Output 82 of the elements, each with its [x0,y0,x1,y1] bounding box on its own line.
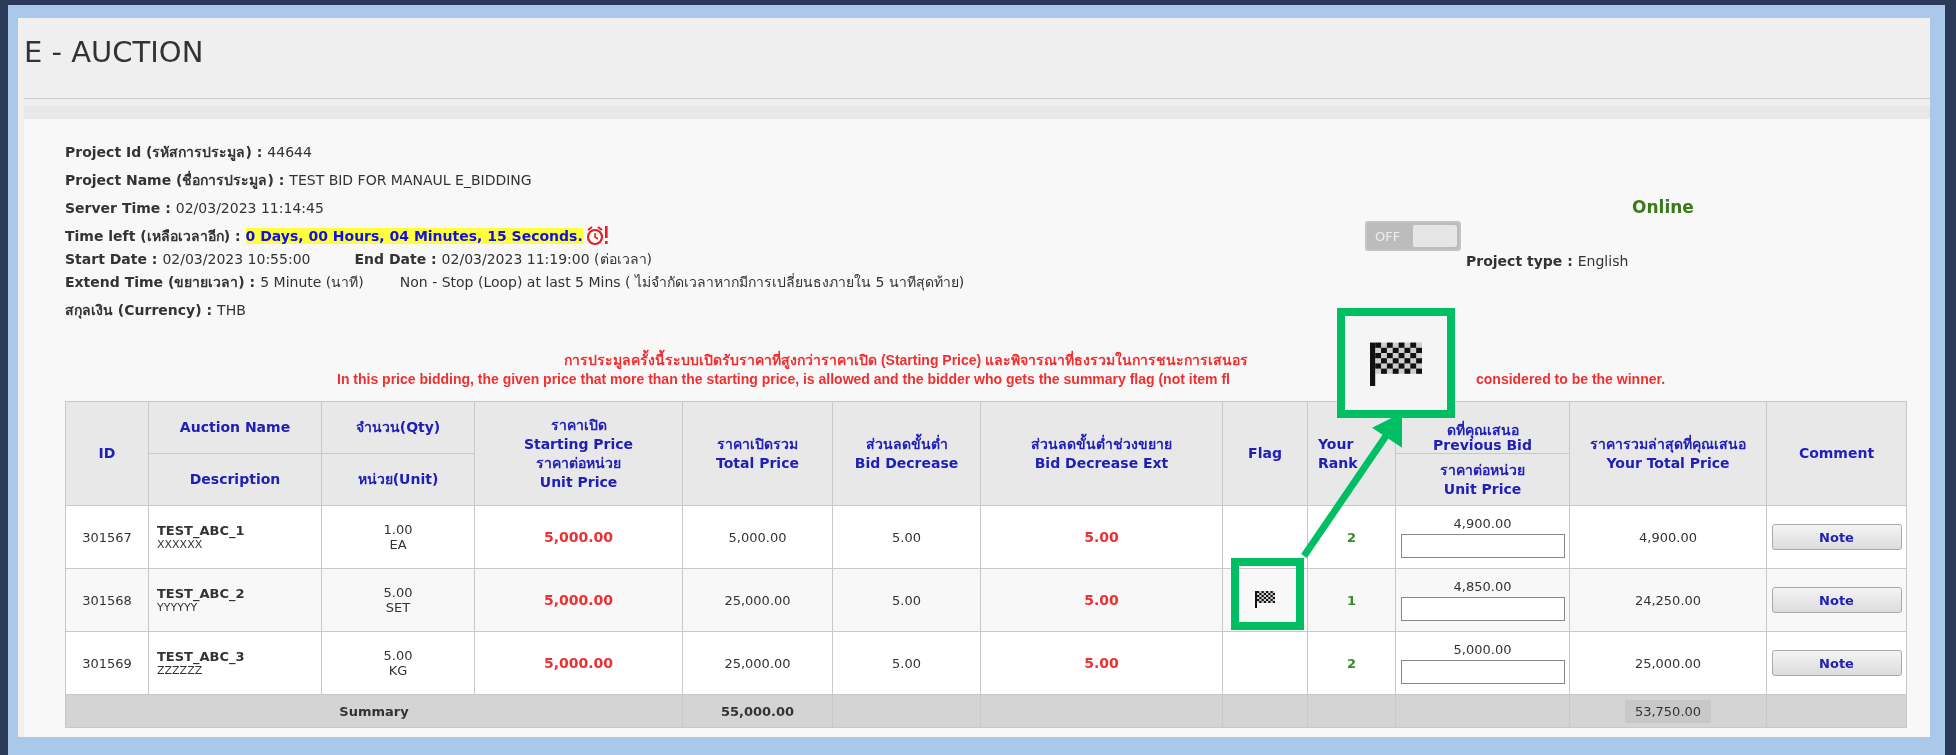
price-cell: 5.00 [980,568,1223,632]
price-cell: 5.00 [980,631,1223,695]
table-cell: 5,000.00 [682,505,833,569]
column-header: Description [148,453,322,506]
item-name: TEST_ABC_3 [157,649,246,664]
field-label: Time left (เหลือเวลาอีก) : [65,227,241,246]
column-header: ราคาเปิดรวม Total Price [682,401,833,506]
column-header: ID [65,401,149,506]
summary-total: 53,750.00 [1624,699,1712,723]
table-cell: 24,250.00 [1569,568,1767,632]
field-value: 5 Minute (นาที) [260,273,364,292]
field-label: Extend Time (ขยายเวลา) : [65,273,256,292]
item-name: TEST_ABC_1 [157,523,246,538]
column-header: ราคาเปิด Starting Price ราคาต่อหน่วย Unit Price [474,401,683,506]
page-title: E - AUCTION [24,34,205,69]
bid-input-field[interactable] [1400,597,1565,621]
notice-text: considered to be the winner. [1476,371,1666,389]
table-cell: 25,000.00 [1569,631,1767,695]
column-header: จำนวน(Qty) [321,401,475,454]
table-cell: 25,000.00 [682,631,833,695]
price-cell: 5,000.00 [474,568,683,632]
checkered-flag-icon [1255,589,1275,608]
column-header: ราคาต่อหน่วย Unit Price [1395,453,1570,506]
unit-text: KG [387,663,409,678]
alarm-clock-icon [585,225,610,247]
table-cell: 5.00 [832,631,981,695]
column-header: Auction Name [148,401,322,454]
field-label: End Date : [354,251,437,267]
note-button[interactable]: Note [1771,587,1902,613]
summary-label: Summary [65,694,683,728]
note-text: Non - Stop (Loop) at last 5 Mins ( ไม่จำกัดเวลาหากมีการเปลี่ยนธงภายใน 5 นาทีสุดท้าย) [399,272,965,293]
bid-input-field[interactable] [1400,534,1565,558]
table-cell: 5.00 [832,568,981,632]
field-value: 02/03/2023 11:19:00 (ต่อเวลา) [441,250,652,269]
table-cell: 301568 [65,568,149,632]
field-value: 02/03/2023 11:14:45 [175,200,324,216]
previous-bid-text: 4,900.00 [1452,516,1513,531]
column-header: Flag [1222,401,1308,506]
field-value: 02/03/2023 10:55:00 [162,251,311,267]
notice-text: In this price bidding, the given price that more than the starting price, is allowed and the bidder who gets the summary flag (not item fl [337,371,1230,387]
unit-text: SET [384,600,412,615]
column-header: ส่วนลดขั้นต่ำช่วงขยาย Bid Decrease Ext [980,401,1223,506]
price-cell: 5.00 [980,505,1223,569]
field-label: Project type : [1466,253,1573,269]
price-cell: 5,000.00 [474,631,683,695]
summary-total: 55,000.00 [682,694,833,728]
field-label: Server Time : [65,200,171,216]
column-header: ราคารวมล่าสุดที่คุณเสนอ Your Total Price [1569,401,1767,506]
field-value: 44644 [267,144,312,160]
column-header: Comment [1766,401,1907,506]
previous-bid-text: 4,850.00 [1452,579,1513,594]
field-label: Start Date : [65,251,158,267]
countdown-value: 0 Days, 00 Hours, 04 Minutes, 15 Seconds. [245,228,583,244]
table-cell: 25,000.00 [682,568,833,632]
field-label: สกุลเงิน (Currency) : [65,301,213,321]
note-button[interactable]: Note [1771,524,1902,550]
table-cell: 301567 [65,505,149,569]
item-description: XXXXXX [157,538,203,551]
field-value: English [1577,253,1629,269]
column-header: ส่วนลดขั้นต่ำ Bid Decrease [832,401,981,506]
price-cell: 5,000.00 [474,505,683,569]
rank-cell: 2 [1307,631,1396,695]
table-cell: 5.00 [832,505,981,569]
status-text: Online [1632,197,1695,217]
table-cell: 301569 [65,631,149,695]
item-description: YYYYYY [157,601,198,614]
field-label: Project Id (รหัสการประมูล) : [65,143,263,163]
note-button[interactable]: Note [1771,650,1902,676]
quantity-text: 5.00 [382,585,414,600]
field-value: TEST BID FOR MANAUL E_BIDDING [289,172,532,188]
unit-text: EA [388,537,408,552]
previous-bid-text: 5,000.00 [1452,642,1513,657]
quantity-text: 5.00 [382,648,414,663]
column-header: หน่วย(Unit) [321,453,475,506]
item-name: TEST_ABC_2 [157,586,246,601]
field-value: THB [217,302,246,318]
field-label: Project Name (ชื่อการประมูล) : [65,169,285,191]
table-cell: 4,900.00 [1569,505,1767,569]
quantity-text: 1.00 [382,522,414,537]
rank-cell: 1 [1307,568,1396,632]
item-description: ZZZZZZ [157,664,203,677]
bid-input-field[interactable] [1400,660,1565,684]
